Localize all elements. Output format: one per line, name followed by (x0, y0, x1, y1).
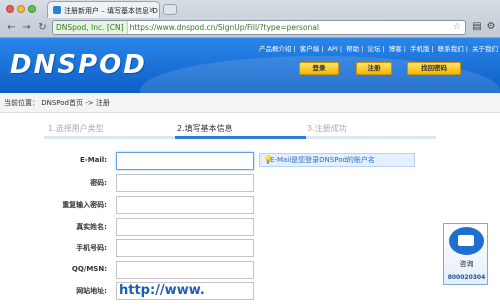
qq-msn-label: QQ/MSN: (71, 265, 107, 273)
form-row-password: 密码: (0, 174, 500, 192)
close-window-button[interactable] (6, 5, 14, 13)
breadcrumb-path[interactable]: DNSPod首页 -> 注册 (41, 99, 110, 107)
forgot-password-button[interactable]: 找回密码 (407, 62, 461, 75)
top-nav-links: 产品概介绍 | 客户端 | API | 帮助 | 论坛 | 博客 | 手机版 | 联系我们 | … (259, 45, 499, 53)
browser-tab[interactable]: 注册新用户 – 填写基本信息–D × (47, 1, 160, 18)
login-button[interactable]: 登录 (299, 62, 339, 75)
password-field[interactable] (116, 174, 254, 192)
nav-link-help[interactable]: 帮助 (346, 45, 359, 53)
nav-link-forum[interactable]: 论坛 (367, 45, 380, 53)
password-repeat-label: 重复输入密码: (62, 201, 107, 209)
breadcrumb-prefix: 当前位置： (4, 99, 39, 107)
step-progress-bar (44, 136, 436, 139)
email-hint-text: E-Mail是您登录DNSPod的账户名 (270, 156, 375, 164)
minimize-window-button[interactable] (17, 5, 25, 13)
chat-number: 800020304 (447, 274, 486, 281)
address-bar[interactable]: DNSpod, Inc. [CN] https://www.dnspod.cn/S… (52, 20, 466, 35)
form-row-phone: 手机号码: (0, 239, 500, 257)
nav-link-mobile[interactable]: 手机版 (410, 45, 430, 53)
register-button[interactable]: 注册 (356, 62, 392, 75)
wrench-icon[interactable]: ⚙ (485, 21, 497, 33)
nav-link-contact[interactable]: 联系我们 (438, 45, 464, 53)
consult-chat-widget[interactable]: 咨询 800020304 (443, 223, 488, 285)
form-row-website: 网站地址: http://www. (0, 282, 500, 300)
tab-title: 注册新用户 – 填写基本信息–D (64, 7, 158, 15)
email-label: E-Mail: (80, 156, 107, 164)
reload-button[interactable]: ↻ (36, 21, 49, 34)
chat-envelope-icon (449, 227, 484, 255)
page-menu-icon[interactable]: ▤ (471, 21, 483, 33)
step-progress-active (175, 136, 306, 139)
form-row-qq: QQ/MSN: (0, 261, 500, 279)
password-repeat-field[interactable] (116, 196, 254, 214)
website-field[interactable]: http://www. (116, 282, 254, 300)
website-label: 网站地址: (76, 287, 107, 295)
form-row-password-repeat: 重复输入密码: (0, 196, 500, 214)
phone-field[interactable] (116, 239, 254, 257)
email-field[interactable] (116, 152, 254, 170)
new-tab-button[interactable] (163, 4, 177, 15)
real-name-field[interactable] (116, 218, 254, 236)
nav-link-client[interactable]: 客户端 (300, 45, 320, 53)
back-button[interactable]: ← (5, 21, 18, 34)
real-name-label: 真实姓名: (76, 223, 107, 231)
qq-msn-field[interactable] (116, 261, 254, 279)
forward-button[interactable]: → (20, 21, 33, 34)
form-row-real-name: 真实姓名: (0, 218, 500, 236)
breadcrumb: 当前位置： DNSPod首页 -> 注册 (0, 93, 500, 113)
favicon-icon (53, 6, 61, 14)
site-header: DNSPOD 产品概介绍 | 客户端 | API | 帮助 | 论坛 | 博客 | 手机版 |… (0, 38, 500, 93)
url-text: https://www.dnspod.cn/SignUp/Fill/?type=… (129, 23, 319, 32)
form-row-email: E-Mail: (0, 152, 500, 170)
browser-chrome: 注册新用户 – 填写基本信息–D × ← → ↻ DNSpod, Inc. [C… (0, 0, 500, 38)
nav-link-api[interactable]: API (328, 45, 338, 53)
password-label: 密码: (90, 179, 107, 187)
zoom-window-button[interactable] (28, 5, 36, 13)
phone-label: 手机号码: (76, 244, 107, 252)
site-logo[interactable]: DNSPOD (10, 50, 147, 80)
nav-link-blog[interactable]: 博客 (389, 45, 402, 53)
ssl-identity-badge[interactable]: DNSpod, Inc. [CN] (53, 21, 128, 34)
bookmark-star-icon[interactable]: ☆ (453, 21, 461, 34)
chat-label: 咨询 (459, 260, 474, 268)
nav-link-about[interactable]: 关于我们 (472, 45, 498, 53)
close-tab-icon[interactable]: × (148, 5, 155, 14)
nav-link-product[interactable]: 产品概介绍 (259, 45, 292, 53)
lightbulb-icon: 💡 (263, 155, 273, 164)
email-hint: 💡 E-Mail是您登录DNSPod的账户名 (259, 153, 415, 167)
